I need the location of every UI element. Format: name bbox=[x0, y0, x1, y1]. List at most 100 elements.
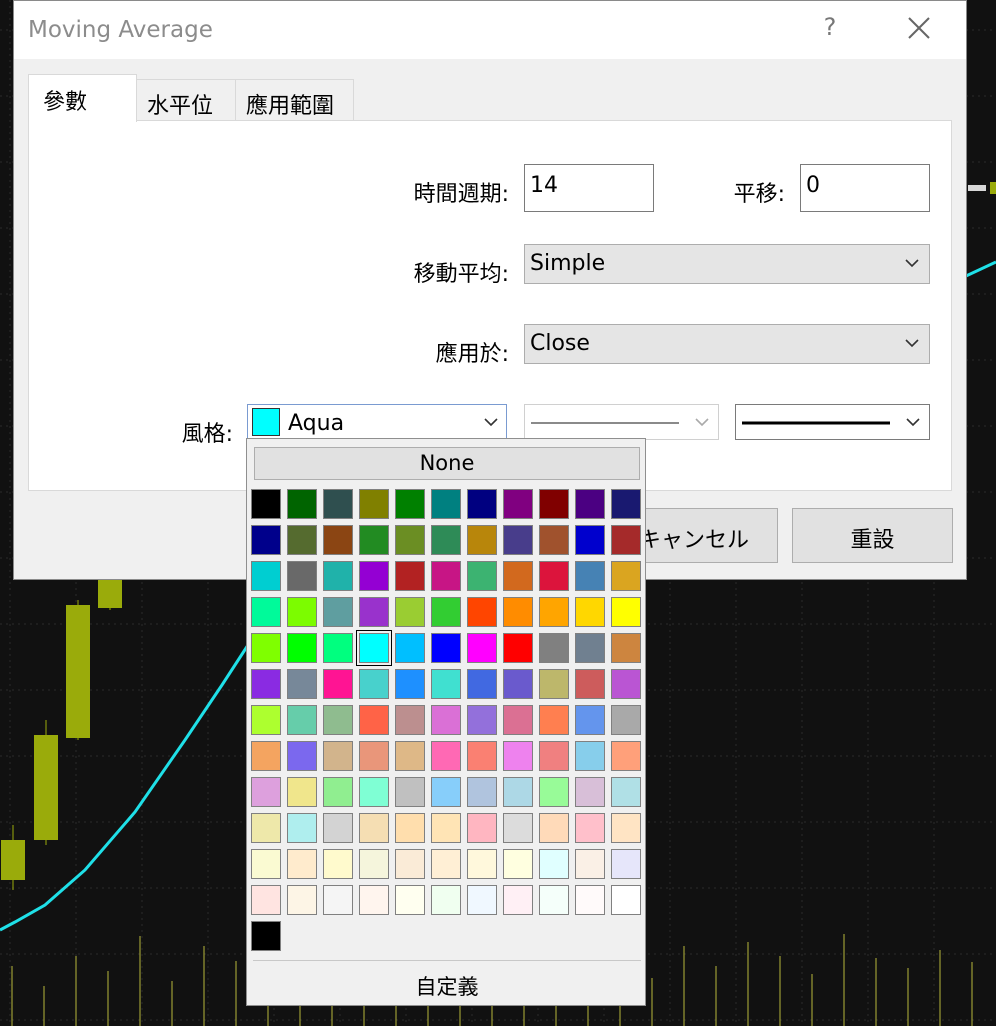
color-swatch[interactable] bbox=[611, 525, 641, 555]
color-swatch[interactable] bbox=[467, 741, 497, 771]
color-swatch[interactable] bbox=[503, 633, 533, 663]
color-swatch[interactable] bbox=[251, 885, 281, 915]
color-swatch[interactable] bbox=[359, 489, 389, 519]
tab-parameters[interactable]: 參數 bbox=[28, 74, 137, 122]
color-swatch[interactable] bbox=[395, 849, 425, 879]
color-swatch[interactable] bbox=[431, 525, 461, 555]
color-swatch[interactable] bbox=[359, 885, 389, 915]
color-swatch[interactable] bbox=[431, 669, 461, 699]
color-swatch[interactable] bbox=[287, 849, 317, 879]
color-swatch[interactable] bbox=[359, 561, 389, 591]
color-swatch[interactable] bbox=[431, 813, 461, 843]
color-swatch[interactable] bbox=[503, 741, 533, 771]
color-swatch[interactable] bbox=[323, 741, 353, 771]
color-swatch[interactable] bbox=[359, 525, 389, 555]
color-swatch[interactable] bbox=[431, 741, 461, 771]
color-swatch[interactable] bbox=[323, 705, 353, 735]
color-swatch[interactable] bbox=[287, 705, 317, 735]
color-swatch[interactable] bbox=[323, 561, 353, 591]
color-swatch[interactable] bbox=[287, 597, 317, 627]
color-swatch[interactable] bbox=[356, 630, 392, 666]
color-swatch[interactable] bbox=[575, 705, 605, 735]
color-swatch[interactable] bbox=[251, 921, 281, 951]
color-swatch[interactable] bbox=[359, 813, 389, 843]
color-swatch[interactable] bbox=[503, 777, 533, 807]
color-swatch[interactable] bbox=[359, 669, 389, 699]
color-swatch[interactable] bbox=[323, 489, 353, 519]
custom-color-button[interactable]: 自定義 bbox=[247, 971, 647, 1001]
color-swatch[interactable] bbox=[251, 741, 281, 771]
color-swatch[interactable] bbox=[287, 741, 317, 771]
color-swatch[interactable] bbox=[539, 741, 569, 771]
color-swatch[interactable] bbox=[251, 705, 281, 735]
color-swatch[interactable] bbox=[611, 777, 641, 807]
color-swatch[interactable] bbox=[359, 849, 389, 879]
color-swatch[interactable] bbox=[251, 669, 281, 699]
color-swatch[interactable] bbox=[359, 741, 389, 771]
color-swatch[interactable] bbox=[467, 561, 497, 591]
color-swatch[interactable] bbox=[467, 525, 497, 555]
color-swatch[interactable] bbox=[503, 525, 533, 555]
color-swatch[interactable] bbox=[251, 597, 281, 627]
color-swatch[interactable] bbox=[359, 777, 389, 807]
color-swatch[interactable] bbox=[575, 597, 605, 627]
color-swatch[interactable] bbox=[575, 561, 605, 591]
color-swatch[interactable] bbox=[323, 633, 353, 663]
color-swatch[interactable] bbox=[395, 597, 425, 627]
color-swatch[interactable] bbox=[539, 561, 569, 591]
color-swatch[interactable] bbox=[431, 597, 461, 627]
apply-to-select[interactable]: Close bbox=[524, 324, 930, 364]
color-swatch[interactable] bbox=[539, 525, 569, 555]
color-swatch[interactable] bbox=[503, 669, 533, 699]
color-swatch[interactable] bbox=[431, 705, 461, 735]
color-swatch[interactable] bbox=[323, 669, 353, 699]
color-swatch[interactable] bbox=[431, 633, 461, 663]
color-swatch[interactable] bbox=[431, 885, 461, 915]
color-swatch[interactable] bbox=[611, 669, 641, 699]
color-swatch[interactable] bbox=[539, 597, 569, 627]
color-swatch[interactable] bbox=[611, 633, 641, 663]
color-select[interactable]: Aqua bbox=[247, 404, 507, 440]
color-swatch[interactable] bbox=[467, 597, 497, 627]
color-swatch[interactable] bbox=[395, 885, 425, 915]
color-swatch[interactable] bbox=[539, 489, 569, 519]
color-swatch[interactable] bbox=[611, 885, 641, 915]
tab-visualization[interactable]: 應用範圍 bbox=[235, 79, 354, 121]
color-swatch[interactable] bbox=[539, 669, 569, 699]
color-swatch[interactable] bbox=[431, 777, 461, 807]
line-width-select[interactable] bbox=[735, 404, 930, 440]
color-swatch[interactable] bbox=[575, 525, 605, 555]
color-swatch[interactable] bbox=[575, 813, 605, 843]
color-swatch[interactable] bbox=[287, 813, 317, 843]
color-swatch[interactable] bbox=[503, 597, 533, 627]
color-swatch[interactable] bbox=[503, 561, 533, 591]
color-swatch[interactable] bbox=[251, 489, 281, 519]
close-button[interactable] bbox=[902, 11, 936, 45]
color-swatch[interactable] bbox=[395, 813, 425, 843]
color-swatch[interactable] bbox=[611, 741, 641, 771]
color-swatch[interactable] bbox=[575, 741, 605, 771]
color-swatch[interactable] bbox=[287, 633, 317, 663]
color-swatch[interactable] bbox=[575, 777, 605, 807]
color-swatch[interactable] bbox=[251, 561, 281, 591]
line-style-select[interactable] bbox=[524, 404, 719, 440]
color-swatch[interactable] bbox=[575, 669, 605, 699]
color-swatch[interactable] bbox=[395, 633, 425, 663]
color-swatch[interactable] bbox=[467, 705, 497, 735]
color-swatch[interactable] bbox=[611, 849, 641, 879]
color-swatch[interactable] bbox=[323, 597, 353, 627]
color-swatch[interactable] bbox=[575, 849, 605, 879]
color-swatch[interactable] bbox=[575, 633, 605, 663]
color-swatch[interactable] bbox=[431, 561, 461, 591]
help-button[interactable]: ? bbox=[818, 13, 842, 43]
color-swatch[interactable] bbox=[395, 525, 425, 555]
color-swatch[interactable] bbox=[575, 489, 605, 519]
color-swatch[interactable] bbox=[323, 525, 353, 555]
color-swatch[interactable] bbox=[431, 849, 461, 879]
color-swatch[interactable] bbox=[251, 777, 281, 807]
color-swatch[interactable] bbox=[575, 885, 605, 915]
color-swatch[interactable] bbox=[323, 885, 353, 915]
color-swatch[interactable] bbox=[503, 885, 533, 915]
color-swatch[interactable] bbox=[395, 741, 425, 771]
color-swatch[interactable] bbox=[323, 813, 353, 843]
